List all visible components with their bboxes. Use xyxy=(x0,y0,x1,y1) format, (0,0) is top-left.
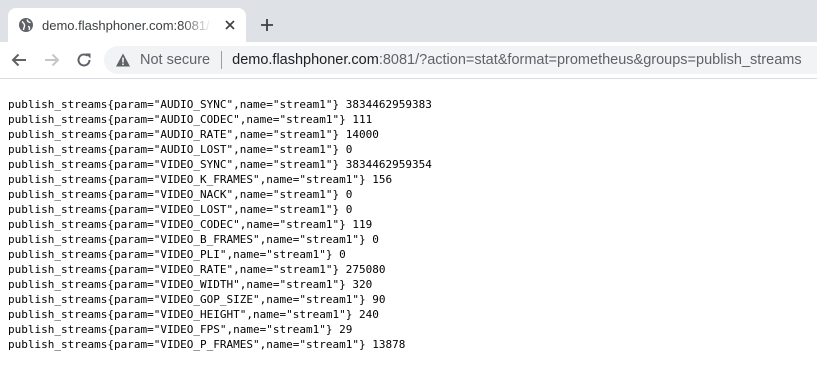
metric-line: publish_streams{param="VIDEO_B_FRAMES",n… xyxy=(8,233,379,246)
address-bar[interactable]: Not secure demo.flashphoner.com:8081/?ac… xyxy=(104,46,817,74)
metric-line: publish_streams{param="VIDEO_CODEC",name… xyxy=(8,218,373,231)
metric-line: publish_streams{param="VIDEO_FPS",name="… xyxy=(8,323,353,336)
metric-line: publish_streams{param="VIDEO_LOST",name=… xyxy=(8,203,353,216)
metric-line: publish_streams{param="VIDEO_NACK",name=… xyxy=(8,188,353,201)
url-host: demo.flashphoner.com xyxy=(232,52,379,68)
metric-line: publish_streams{param="AUDIO_LOST",name=… xyxy=(8,143,353,156)
metric-line: publish_streams{param="VIDEO_SYNC",name=… xyxy=(8,158,432,171)
metric-line: publish_streams{param="VIDEO_RATE",name=… xyxy=(8,263,386,276)
metric-line: publish_streams{param="VIDEO_GOP_SIZE",n… xyxy=(8,293,386,306)
omnibox-divider xyxy=(221,51,223,69)
plus-icon[interactable] xyxy=(257,15,277,35)
warning-triangle-icon[interactable] xyxy=(115,52,131,68)
url-text[interactable]: demo.flashphoner.com:8081/?action=stat&f… xyxy=(232,52,801,68)
metric-line: publish_streams{param="VIDEO_PLI",name="… xyxy=(8,248,346,261)
page-content: publish_streams{param="AUDIO_SYNC",name=… xyxy=(0,79,817,352)
forward-arrow-icon[interactable] xyxy=(42,50,62,70)
url-path: :8081/?action=stat&format=prometheus&gro… xyxy=(378,52,802,68)
close-icon[interactable] xyxy=(222,17,238,33)
tab-title: demo.flashphoner.com:8081/?action=stat&f… xyxy=(42,17,212,33)
security-label[interactable]: Not secure xyxy=(140,52,210,68)
browser-tab[interactable]: demo.flashphoner.com:8081/?action=stat&f… xyxy=(8,8,246,42)
metric-line: publish_streams{param="AUDIO_SYNC",name=… xyxy=(8,98,432,111)
metric-line: publish_streams{param="VIDEO_HEIGHT",nam… xyxy=(8,308,379,321)
metric-line: publish_streams{param="VIDEO_P_FRAMES",n… xyxy=(8,338,406,351)
metric-line: publish_streams{param="AUDIO_RATE",name=… xyxy=(8,128,379,141)
metric-line: publish_streams{param="VIDEO_WIDTH",name… xyxy=(8,278,373,291)
reload-icon[interactable] xyxy=(74,50,94,70)
browser-toolbar: Not secure demo.flashphoner.com:8081/?ac… xyxy=(0,42,817,79)
globe-icon xyxy=(18,17,34,33)
metric-line: publish_streams{param="VIDEO_K_FRAMES",n… xyxy=(8,173,393,186)
metric-line: publish_streams{param="AUDIO_CODEC",name… xyxy=(8,113,373,126)
tab-strip: demo.flashphoner.com:8081/?action=stat&f… xyxy=(0,0,817,42)
back-arrow-icon[interactable] xyxy=(9,50,29,70)
